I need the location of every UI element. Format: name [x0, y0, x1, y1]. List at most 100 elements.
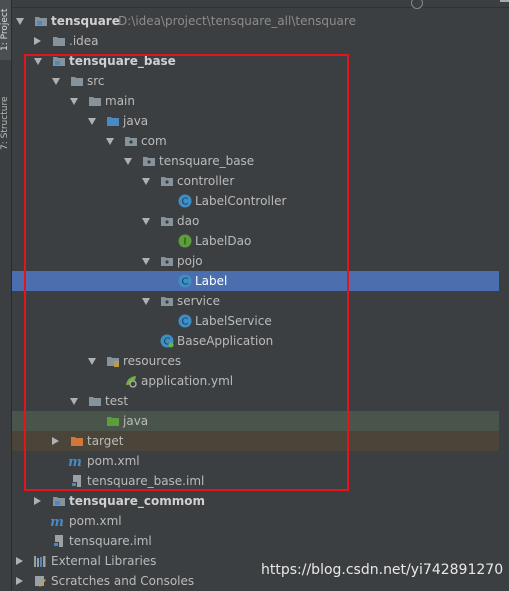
tree-item-service[interactable]: service — [12, 291, 499, 311]
tree-item-pom-root[interactable]: m pom.xml — [12, 511, 499, 531]
tree-item-label: tensquare — [51, 14, 120, 28]
expand-arrow-icon[interactable] — [52, 78, 60, 85]
svg-text:C: C — [182, 317, 189, 328]
tree-item-idea[interactable]: .idea — [12, 31, 499, 51]
tree-item-target[interactable]: target — [12, 431, 499, 451]
tree-item-test-java[interactable]: java — [12, 411, 499, 431]
expand-arrow-icon[interactable] — [70, 398, 78, 405]
tree-item-label: tensquare_base.iml — [87, 474, 205, 488]
tree-item-label: Scratches and Consoles — [51, 574, 195, 588]
expand-arrow-icon[interactable] — [142, 258, 150, 265]
expand-arrow-icon[interactable] — [142, 298, 150, 305]
collapse-arrow-icon[interactable] — [16, 557, 23, 565]
folder-icon — [89, 97, 101, 106]
tree-item-application-yml[interactable]: application.yml — [12, 371, 499, 391]
package-icon — [161, 217, 173, 226]
package-icon — [161, 257, 173, 266]
tree-item-pojo[interactable]: pojo — [12, 251, 499, 271]
tree-item-labeldao[interactable]: I LabelDao — [12, 231, 499, 251]
scratches-icon — [35, 576, 46, 587]
tree-item-java[interactable]: java — [12, 111, 499, 131]
tree-item-label: target — [87, 434, 124, 448]
tree-item-label: application.yml — [141, 374, 234, 388]
tree-item-tensquare[interactable]: tensquare D:\idea\project\tensquare_all\… — [12, 11, 499, 31]
tree-item-src[interactable]: src — [12, 71, 499, 91]
scrollbar[interactable] — [500, 8, 509, 590]
source-root-folder-icon — [107, 117, 119, 126]
tree-item-test[interactable]: test — [12, 391, 499, 411]
tree-item-root-iml[interactable]: tensquare.iml — [12, 531, 499, 551]
svg-text:C: C — [182, 197, 189, 208]
expand-arrow-icon[interactable] — [16, 18, 24, 25]
tree-item-label: pom.xml — [87, 454, 140, 468]
tree-item-dao[interactable]: dao — [12, 211, 499, 231]
module-folder-icon — [35, 17, 47, 26]
module-folder-icon — [53, 497, 65, 506]
collapse-arrow-icon[interactable] — [52, 437, 59, 445]
maven-icon: m — [68, 455, 82, 468]
tree-item-label: BaseApplication — [177, 334, 274, 348]
class-icon: C — [178, 314, 192, 328]
excluded-folder-icon — [71, 437, 83, 446]
collapse-arrow-icon[interactable] — [16, 577, 23, 585]
tree-item-pom-base[interactable]: m pom.xml — [12, 451, 499, 471]
spring-boot-class-icon: C — [160, 334, 174, 348]
tree-item-label: dao — [177, 214, 200, 228]
gear-icon[interactable] — [411, 0, 423, 9]
tree-item-label: Label — [195, 274, 228, 288]
tree-item-label: com — [141, 134, 167, 148]
tree-item-label-class[interactable]: C Label — [12, 271, 499, 291]
tree-item-controller[interactable]: controller — [12, 171, 499, 191]
folder-icon — [89, 397, 101, 406]
tree-item-tensquare-commom[interactable]: tensquare_commom — [12, 491, 499, 511]
resources-folder-icon — [107, 357, 119, 367]
tree-item-tensquare-base[interactable]: tensquare_base — [12, 51, 499, 71]
expand-arrow-icon[interactable] — [124, 158, 132, 165]
svg-text:I: I — [184, 237, 187, 248]
project-tool-tab[interactable]: 1: Project — [0, 0, 11, 60]
project-toolbar — [12, 0, 509, 9]
tree-item-label: LabelController — [195, 194, 287, 208]
iml-file-icon — [71, 475, 81, 487]
tree-item-label: tensquare.iml — [69, 534, 152, 548]
tree-item-com[interactable]: com — [12, 131, 499, 151]
expand-arrow-icon[interactable] — [142, 178, 150, 185]
expand-arrow-icon[interactable] — [34, 58, 42, 65]
expand-arrow-icon[interactable] — [70, 98, 78, 105]
hide-icon[interactable] — [500, 0, 509, 2]
tree-item-label: .idea — [69, 34, 99, 48]
tree-item-resources[interactable]: resources — [12, 351, 499, 371]
expand-arrow-icon[interactable] — [88, 358, 96, 365]
libraries-icon — [34, 556, 46, 567]
tree-item-baseapplication[interactable]: C BaseApplication — [12, 331, 499, 351]
package-icon — [143, 157, 155, 166]
collapse-arrow-icon[interactable] — [34, 497, 41, 505]
tree-item-label: src — [87, 74, 105, 88]
tree-item-labelservice[interactable]: C LabelService — [12, 311, 499, 331]
spring-yml-icon — [126, 376, 137, 388]
interface-icon: I — [178, 234, 192, 248]
tree-item-label: tensquare_base — [69, 54, 176, 68]
tree-item-label: External Libraries — [51, 554, 157, 568]
folder-icon — [53, 37, 65, 46]
tree-item-label: pom.xml — [69, 514, 122, 528]
tree-item-base-iml[interactable]: tensquare_base.iml — [12, 471, 499, 491]
tree-item-label: resources — [123, 354, 182, 368]
structure-tool-tab[interactable]: 7: Structure — [0, 90, 11, 156]
tree-item-label: controller — [177, 174, 235, 188]
watermark: https://blog.csdn.net/yi742891270 — [261, 562, 504, 578]
svg-text:m: m — [50, 515, 64, 528]
collapse-arrow-icon[interactable] — [34, 37, 41, 45]
tree-item-label: main — [105, 94, 135, 108]
tree-item-label: pojo — [177, 254, 203, 268]
class-icon: C — [178, 274, 192, 288]
expand-arrow-icon[interactable] — [106, 138, 114, 145]
tree-item-tensquare-base-package[interactable]: tensquare_base — [12, 151, 499, 171]
package-icon — [161, 297, 173, 306]
module-path: D:\idea\project\tensquare_all\tensquare — [118, 14, 356, 28]
expand-arrow-icon[interactable] — [88, 118, 96, 125]
expand-arrow-icon[interactable] — [142, 218, 150, 225]
tree-item-main[interactable]: main — [12, 91, 499, 111]
tree-item-labelcontroller[interactable]: C LabelController — [12, 191, 499, 211]
tree-item-label: tensquare_base — [159, 154, 255, 168]
